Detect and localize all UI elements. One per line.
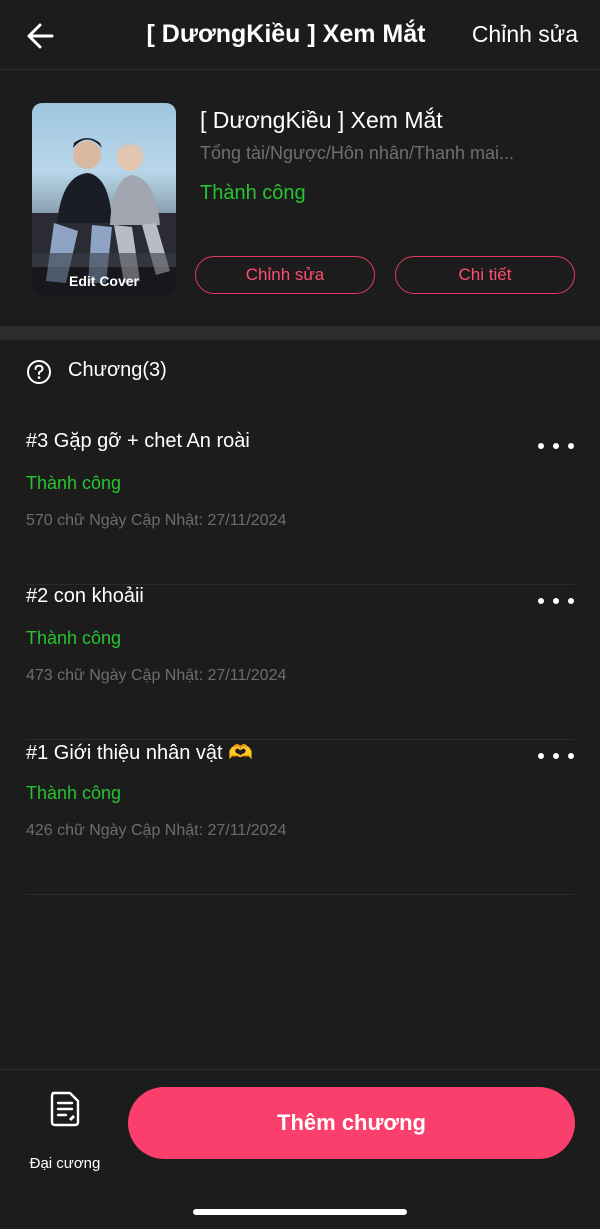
chapter-status: Thành công (26, 473, 122, 493)
chapter-meta: 570 chữ Ngày Cập Nhật: 27/11/2024 (26, 512, 287, 529)
back-button[interactable] (22, 18, 58, 54)
more-options-button[interactable] (538, 591, 574, 611)
back-arrow-icon (27, 23, 54, 49)
edit-cover-label: Edit Cover (32, 267, 176, 295)
story-title: [ DươngKiều ] Xem Mắt (200, 107, 443, 133)
help-circle-icon[interactable] (26, 359, 52, 385)
edit-cover-button[interactable]: Edit Cover (32, 103, 176, 295)
section-divider (0, 326, 600, 340)
chapter-item[interactable]: #1 Giới thiệu nhân vật 🫶 Thành công 426 … (26, 740, 574, 895)
story-detail-screen: [ DươngKiều ] Xem Mắt Chỉnh sửa Edit Cov… (0, 0, 600, 1229)
chapter-status: Thành công (26, 628, 122, 648)
outline-label: Đại cương (29, 1155, 101, 1172)
chapter-item[interactable]: #2 con khoảii Thành công 473 chữ Ngày Cậ… (26, 585, 574, 740)
edit-story-button[interactable]: Chỉnh sửa (195, 256, 375, 294)
story-tags: Tổng tài/Ngược/Hôn nhân/Thanh mai... (200, 143, 515, 163)
chapter-item[interactable]: #3 Gặp gỡ + chet An roài Thành công 570 … (26, 430, 574, 585)
chapter-status: Thành công (26, 783, 122, 803)
story-status: Thành công (200, 182, 306, 204)
chapter-title: #2 con khoảii (26, 585, 144, 607)
header-edit-button[interactable]: Chỉnh sửa (472, 21, 578, 48)
chapter-title: #1 Giới thiệu nhân vật 🫶 (26, 742, 254, 764)
chapter-meta: 426 chữ Ngày Cập Nhật: 27/11/2024 (26, 822, 287, 839)
story-detail-button[interactable]: Chi tiết (395, 256, 575, 294)
top-bar: [ DươngKiều ] Xem Mắt Chỉnh sửa (0, 0, 600, 70)
chapter-meta: 473 chữ Ngày Cập Nhật: 27/11/2024 (26, 667, 287, 684)
more-options-button[interactable] (538, 746, 574, 766)
document-outline-icon (50, 1091, 80, 1127)
chapter-title: #3 Gặp gỡ + chet An roài (26, 430, 250, 452)
add-chapter-button[interactable]: Thêm chương (128, 1087, 575, 1159)
page-title: [ DươngKiều ] Xem Mắt (146, 20, 426, 48)
bottom-bar: Đại cương Thêm chương (0, 1069, 600, 1229)
story-info: Edit Cover [ DươngKiều ] Xem Mắt Tổng tà… (0, 71, 600, 326)
outline-button[interactable]: Đại cương (22, 1090, 112, 1172)
chapters-title: Chương(3) (68, 359, 167, 381)
more-options-button[interactable] (538, 436, 574, 456)
home-indicator (193, 1209, 407, 1215)
